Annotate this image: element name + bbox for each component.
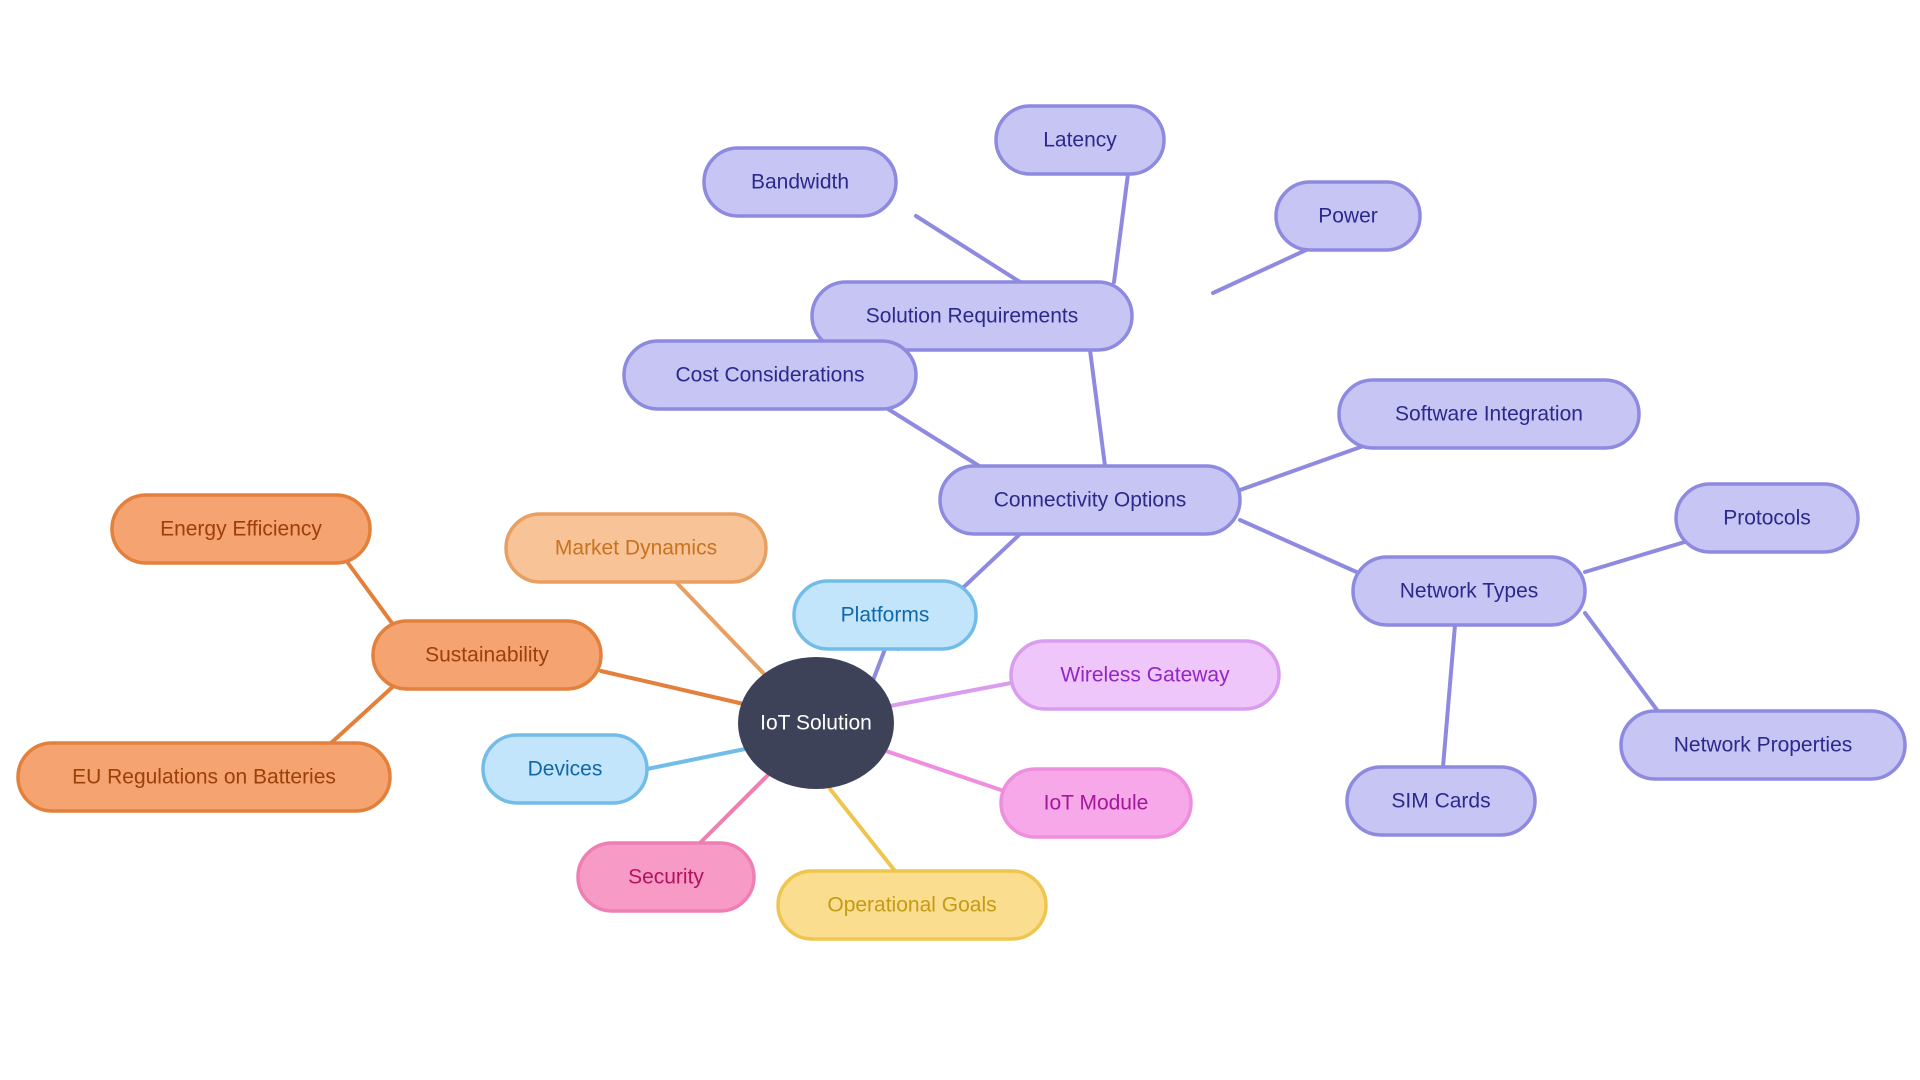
node-label-energy-efficiency: Energy Efficiency — [160, 518, 322, 541]
node-sim-cards[interactable]: SIM Cards — [1345, 765, 1537, 837]
edge-network-types-sim-cards — [1441, 623, 1457, 769]
root-node-layer: IoT Solution — [738, 657, 894, 789]
node-power[interactable]: Power — [1274, 180, 1422, 252]
node-iot-solution[interactable]: IoT Solution — [738, 657, 894, 789]
node-label-sim-cards: SIM Cards — [1391, 790, 1490, 813]
edge-network-types-network-properties — [1583, 611, 1662, 716]
node-bandwidth[interactable]: Bandwidth — [702, 146, 898, 218]
node-label-power: Power — [1318, 205, 1378, 228]
node-label-platforms: Platforms — [841, 604, 930, 627]
node-label-sustainability: Sustainability — [425, 644, 549, 667]
edge-connectivity-solution-requirements — [1088, 348, 1107, 468]
node-label-eu-regulations-on-batteries: EU Regulations on Batteries — [72, 766, 336, 789]
edge-network-types-protocols — [1583, 539, 1690, 574]
node-label-security: Security — [628, 866, 704, 889]
node-platforms[interactable]: Platforms — [792, 579, 978, 651]
node-devices[interactable]: Devices — [481, 733, 649, 805]
edge-root-devices — [645, 746, 752, 771]
node-label-solution-requirements: Solution Requirements — [866, 305, 1078, 328]
node-cost-considerations[interactable]: Cost Considerations — [622, 339, 918, 411]
edge-sustainability-eu-regulations — [328, 680, 400, 746]
node-label-connectivity-options: Connectivity Options — [994, 489, 1187, 512]
edge-solution-requirements-bandwidth — [914, 214, 1022, 284]
edge-root-sustainability — [599, 669, 750, 707]
edge-solution-requirements-latency — [1112, 172, 1130, 284]
node-iot-module[interactable]: IoT Module — [999, 767, 1193, 839]
node-market-dynamics[interactable]: Market Dynamics — [504, 512, 768, 584]
edge-root-operational-goals — [828, 787, 897, 873]
node-label-protocols: Protocols — [1723, 507, 1811, 530]
node-label-network-properties: Network Properties — [1674, 734, 1853, 757]
nodes-layer: Solution Requirements Bandwidth Latency Pow… — [16, 104, 1907, 941]
node-label-network-types: Network Types — [1400, 580, 1539, 603]
edge-connectivity-software — [1238, 442, 1371, 492]
node-label-wireless-gateway: Wireless Gateway — [1060, 664, 1230, 687]
node-sustainability[interactable]: Sustainability — [371, 619, 603, 691]
node-software-integration[interactable]: Software Integration — [1337, 378, 1641, 450]
node-security[interactable]: Security — [576, 841, 756, 913]
node-operational-goals[interactable]: Operational Goals — [776, 869, 1048, 941]
node-label-operational-goals: Operational Goals — [827, 894, 996, 917]
node-connectivity-options[interactable]: Connectivity Options — [938, 464, 1242, 536]
mindmap-canvas: Solution Requirements Bandwidth Latency Pow… — [0, 0, 1920, 1080]
node-network-properties[interactable]: Network Properties — [1619, 709, 1907, 781]
edge-root-security — [698, 769, 774, 845]
node-label-software-integration: Software Integration — [1395, 403, 1583, 426]
edge-connectivity-network-types — [1238, 518, 1372, 580]
node-label-iot-module: IoT Module — [1044, 792, 1149, 815]
edge-root-market-dynamics — [674, 580, 770, 680]
node-label-cost-considerations: Cost Considerations — [675, 364, 864, 387]
mindmap-diagram: Solution Requirements Bandwidth Latency Pow… — [16, 104, 1907, 941]
node-label-market-dynamics: Market Dynamics — [555, 537, 717, 560]
node-label-devices: Devices — [528, 758, 603, 781]
root-node-label: IoT Solution — [760, 712, 872, 735]
node-energy-efficiency[interactable]: Energy Efficiency — [110, 493, 372, 565]
node-eu-regulations-on-batteries[interactable]: EU Regulations on Batteries — [16, 741, 392, 813]
node-protocols[interactable]: Protocols — [1674, 482, 1860, 554]
edge-root-iot-module — [884, 749, 1003, 792]
node-label-bandwidth: Bandwidth — [751, 171, 849, 194]
edge-root-wireless-gateway — [888, 681, 1013, 708]
node-label-latency: Latency — [1043, 129, 1117, 152]
edge-root-platforms — [870, 647, 887, 685]
node-network-types[interactable]: Network Types — [1351, 555, 1587, 627]
node-wireless-gateway[interactable]: Wireless Gateway — [1009, 639, 1281, 711]
node-latency[interactable]: Latency — [994, 104, 1166, 176]
